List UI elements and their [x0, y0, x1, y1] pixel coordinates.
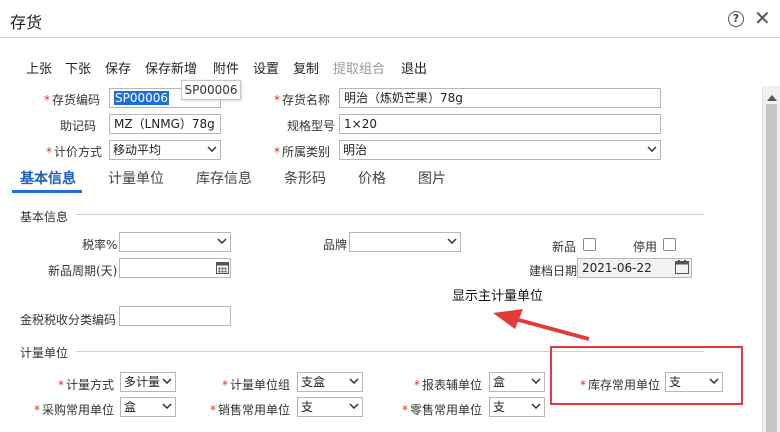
- mnemonic-label: 助记码: [60, 119, 97, 133]
- vertical-scrollbar[interactable]: [762, 86, 780, 432]
- attachment-button[interactable]: 附件: [213, 58, 239, 77]
- settings-button[interactable]: 设置: [253, 58, 279, 77]
- save-new-button[interactable]: 保存新增: [145, 58, 197, 77]
- tax-rate-select[interactable]: [119, 232, 231, 252]
- tab-bar: 基本信息 计量单位 库存信息 条形码 价格 图片: [0, 168, 780, 194]
- save-button[interactable]: 保存: [105, 58, 131, 77]
- new-product-label: 新品: [552, 240, 577, 254]
- code-label: * 存货编码: [44, 93, 101, 107]
- next-button[interactable]: 下张: [65, 58, 91, 77]
- scrollbar-thumb[interactable]: [766, 104, 777, 432]
- retail-unit-select[interactable]: 支: [489, 397, 545, 417]
- sales-unit-select[interactable]: 支: [297, 397, 363, 417]
- title-bar: 存货 ? ✕: [0, 0, 780, 38]
- new-product-checkbox[interactable]: [583, 238, 596, 251]
- chevron-down-icon: [349, 373, 359, 384]
- purchase-unit-label: * 采购常用单位: [34, 403, 115, 417]
- tax-code-label: 金税税收分类编码: [20, 313, 117, 327]
- tab-images[interactable]: 图片: [418, 168, 446, 188]
- chevron-down-icon: [531, 398, 541, 409]
- chevron-down-icon: [207, 141, 217, 152]
- category-label: * 所属类别: [274, 145, 331, 159]
- retail-unit-label: * 零售常用单位: [402, 403, 483, 417]
- unit-group-label: * 计量单位组: [222, 378, 291, 392]
- section-divider: [76, 214, 704, 215]
- chevron-down-icon: [531, 373, 541, 384]
- tax-rate-label: 税率%: [82, 238, 118, 252]
- mnemonic-field[interactable]: MZ（LNMG）78g: [109, 114, 221, 134]
- chevron-down-icon: [162, 398, 172, 409]
- calendar-icon[interactable]: [216, 261, 229, 277]
- window-title: 存货: [10, 13, 43, 32]
- new-period-field[interactable]: [119, 258, 231, 278]
- tab-units[interactable]: 计量单位: [108, 168, 164, 188]
- tab-stock-info[interactable]: 库存信息: [196, 168, 252, 188]
- close-icon[interactable]: ✕: [754, 6, 771, 30]
- annotation-text: 显示主计量单位: [452, 289, 544, 304]
- calendar-icon[interactable]: [675, 260, 689, 277]
- basic-info-section-title: 基本信息: [20, 210, 69, 224]
- exit-button[interactable]: 退出: [401, 58, 427, 77]
- tab-barcode[interactable]: 条形码: [284, 168, 326, 188]
- brand-select[interactable]: [349, 232, 461, 252]
- tax-code-field[interactable]: [119, 306, 231, 326]
- spec-label: 规格型号: [287, 119, 336, 133]
- report-unit-label: * 报表辅单位: [414, 378, 483, 392]
- pricing-select[interactable]: 移动平均: [109, 140, 221, 160]
- highlight-box: [550, 346, 743, 405]
- spec-field[interactable]: 1×20: [339, 114, 661, 134]
- unit-group-select[interactable]: 支盒: [297, 372, 363, 392]
- active-tab-indicator: [12, 190, 82, 193]
- measure-label: * 计量方式: [58, 378, 115, 392]
- disabled-checkbox[interactable]: [663, 238, 676, 251]
- measure-select[interactable]: 多计量: [120, 372, 176, 392]
- category-select[interactable]: 明治: [339, 140, 661, 160]
- pricing-label: * 计价方式: [46, 145, 103, 159]
- tab-basic-info[interactable]: 基本信息: [20, 168, 76, 188]
- code-tooltip: SP00006: [181, 80, 241, 100]
- chevron-down-icon: [217, 233, 227, 244]
- sales-unit-label: * 销售常用单位: [210, 403, 291, 417]
- unit-section-title: 计量单位: [20, 346, 69, 360]
- chevron-down-icon: [647, 141, 657, 152]
- scroll-up-icon[interactable]: [767, 90, 777, 104]
- created-date-label: 建档日期: [529, 264, 578, 278]
- chevron-down-icon: [162, 373, 172, 384]
- tab-price[interactable]: 价格: [358, 168, 386, 188]
- help-icon[interactable]: ?: [728, 11, 744, 27]
- annotation-arrow: [493, 309, 590, 341]
- purchase-unit-select[interactable]: 盒: [120, 397, 176, 417]
- chevron-down-icon: [447, 233, 457, 244]
- prev-button[interactable]: 上张: [26, 58, 52, 77]
- copy-button[interactable]: 复制: [293, 58, 319, 77]
- name-label: * 存货名称: [274, 93, 331, 107]
- new-period-label: 新品周期(天): [48, 264, 118, 278]
- brand-label: 品牌: [323, 238, 348, 252]
- extract-combo-button: 提取组合: [333, 62, 386, 77]
- chevron-down-icon: [349, 398, 359, 409]
- name-field[interactable]: 明治（炼奶芒果）78g: [339, 88, 661, 108]
- report-unit-select[interactable]: 盒: [489, 372, 545, 392]
- disabled-label: 停用: [633, 240, 658, 254]
